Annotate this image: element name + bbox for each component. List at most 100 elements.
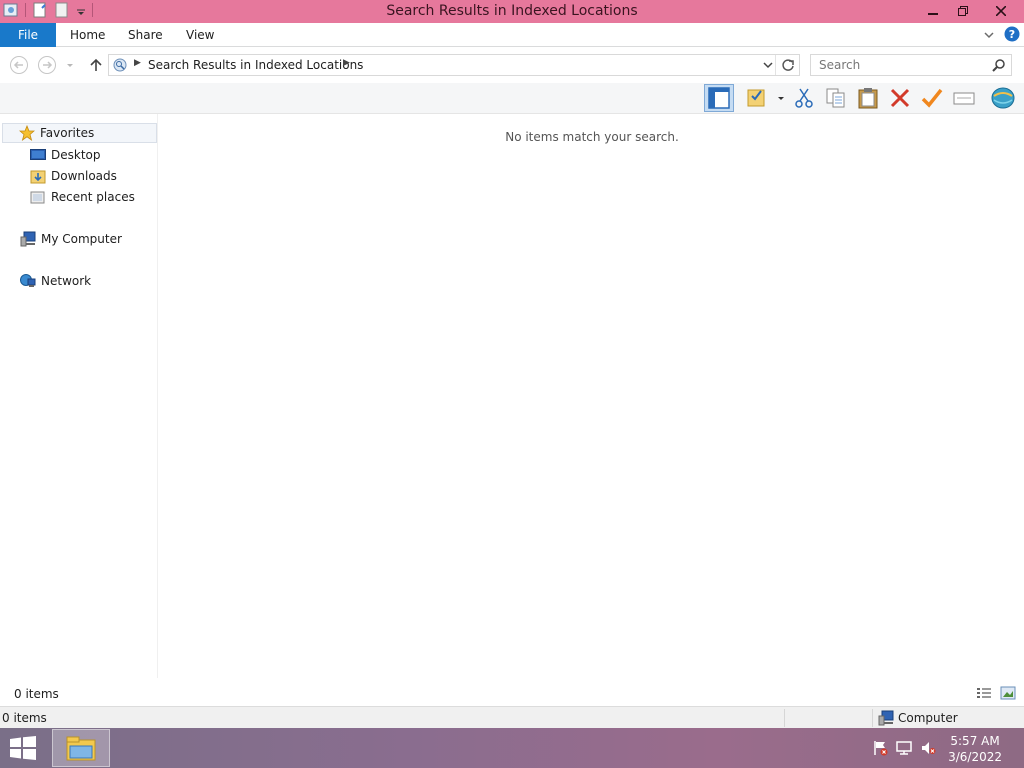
clock-date: 3/6/2022 bbox=[948, 750, 1002, 764]
restore-button[interactable] bbox=[948, 0, 978, 22]
address-dropdown-icon[interactable] bbox=[763, 57, 773, 76]
volume-muted-icon[interactable] bbox=[920, 740, 936, 759]
window-controls bbox=[918, 0, 1024, 22]
large-icons-view-icon[interactable] bbox=[1000, 686, 1016, 703]
window-title: Search Results in Indexed Locations bbox=[386, 3, 638, 19]
system-clock[interactable]: 5:57 AM 3/6/2022 bbox=[948, 733, 1002, 765]
nav-downloads-label: Downloads bbox=[51, 169, 117, 183]
cut-button[interactable] bbox=[789, 84, 819, 112]
computer-icon bbox=[20, 231, 36, 247]
breadcrumb-location[interactable]: Search Results in Indexed Locations bbox=[148, 58, 363, 72]
cut-icon bbox=[795, 88, 813, 108]
star-icon bbox=[19, 125, 35, 141]
rename-button[interactable] bbox=[949, 84, 979, 112]
apply-button[interactable] bbox=[917, 84, 947, 112]
preview-pane-icon bbox=[708, 87, 730, 109]
ribbon-right-controls: ? bbox=[984, 26, 1020, 45]
nav-favorites[interactable]: Favorites bbox=[2, 123, 157, 143]
empty-results-message: No items match your search. bbox=[505, 130, 679, 144]
copy-icon bbox=[826, 88, 845, 108]
nav-network[interactable]: Network bbox=[20, 271, 91, 291]
restore-icon bbox=[958, 6, 968, 16]
forward-button[interactable] bbox=[37, 55, 57, 75]
delete-button[interactable] bbox=[885, 84, 915, 112]
globe-icon bbox=[991, 87, 1015, 109]
view-toggles bbox=[976, 686, 1016, 703]
status-divider bbox=[872, 709, 873, 727]
nav-network-label: Network bbox=[41, 274, 92, 288]
nav-my-computer-label: My Computer bbox=[41, 232, 122, 246]
status-location: Computer bbox=[878, 710, 958, 726]
forward-arrow-icon bbox=[38, 56, 56, 74]
search-input[interactable] bbox=[817, 55, 987, 75]
breadcrumb-arrow-icon[interactable]: ▶ bbox=[134, 58, 141, 68]
chevron-down-icon bbox=[67, 64, 73, 67]
network-tray-icon[interactable] bbox=[896, 740, 912, 759]
up-button[interactable] bbox=[86, 55, 106, 75]
nav-recent-places-label: Recent places bbox=[51, 190, 135, 204]
status-divider bbox=[784, 709, 785, 727]
clock-time: 5:57 AM bbox=[950, 734, 1000, 748]
address-bar[interactable]: ▶ Search Results in Indexed Locations ▶ bbox=[108, 54, 800, 76]
delete-icon bbox=[890, 88, 910, 108]
tab-share[interactable]: Share bbox=[128, 23, 163, 47]
navigation-bar: ▶ Search Results in Indexed Locations ▶ bbox=[0, 47, 1024, 83]
taskbar-file-explorer[interactable] bbox=[52, 729, 110, 767]
rename-icon bbox=[953, 92, 975, 105]
up-arrow-icon bbox=[90, 58, 102, 71]
expand-ribbon-icon[interactable] bbox=[984, 29, 994, 43]
help-icon[interactable]: ? bbox=[1004, 26, 1020, 45]
nav-recent-places[interactable]: Recent places bbox=[30, 187, 135, 207]
select-folder-button[interactable] bbox=[741, 84, 787, 112]
ribbon-tab-bar: File Home Share View ? bbox=[0, 23, 1024, 47]
paste-button[interactable] bbox=[853, 84, 883, 112]
file-explorer-icon bbox=[66, 736, 96, 761]
downloads-folder-icon bbox=[30, 168, 46, 184]
nav-downloads[interactable]: Downloads bbox=[30, 166, 117, 186]
taskbar: 5:57 AM 3/6/2022 bbox=[0, 728, 1024, 768]
preview-pane-button[interactable] bbox=[704, 84, 734, 112]
select-folder-icon bbox=[747, 89, 784, 107]
tab-view[interactable]: View bbox=[186, 23, 214, 47]
search-box[interactable] bbox=[810, 54, 1012, 76]
details-view-icon[interactable] bbox=[976, 686, 992, 703]
close-button[interactable] bbox=[978, 0, 1024, 22]
search-icon[interactable] bbox=[992, 58, 1006, 75]
system-tray bbox=[872, 740, 936, 759]
recent-locations-button[interactable] bbox=[64, 55, 76, 75]
start-button[interactable] bbox=[8, 736, 38, 760]
refresh-button[interactable] bbox=[775, 55, 799, 75]
item-count: 0 items bbox=[14, 687, 59, 701]
back-button[interactable] bbox=[9, 55, 29, 75]
window-status-bar: 0 items Computer bbox=[0, 706, 1024, 728]
breadcrumb-arrow-icon[interactable]: ▶ bbox=[343, 58, 350, 68]
nav-my-computer[interactable]: My Computer bbox=[20, 229, 122, 249]
svg-text:?: ? bbox=[1009, 28, 1015, 41]
status-location-label: Computer bbox=[898, 711, 958, 725]
paste-icon bbox=[858, 88, 878, 109]
minimize-button[interactable] bbox=[918, 0, 948, 22]
copy-button[interactable] bbox=[821, 84, 851, 112]
close-icon bbox=[996, 6, 1006, 16]
details-status-bar: 0 items bbox=[0, 684, 1024, 704]
network-icon bbox=[20, 273, 36, 289]
computer-icon bbox=[878, 710, 894, 726]
nav-desktop[interactable]: Desktop bbox=[30, 145, 101, 165]
file-list-area[interactable]: No items match your search. bbox=[160, 114, 1024, 678]
navigation-pane: Favorites Desktop Downloads Recent place… bbox=[0, 114, 158, 678]
title-bar: Search Results in Indexed Locations bbox=[0, 0, 1024, 23]
tab-file[interactable]: File bbox=[0, 23, 56, 47]
search-results-icon bbox=[112, 57, 128, 73]
windows-logo-icon bbox=[10, 736, 36, 760]
command-toolbar bbox=[0, 83, 1024, 114]
action-center-flag-icon[interactable] bbox=[872, 740, 888, 759]
desktop-icon bbox=[30, 147, 46, 163]
minimize-icon bbox=[928, 13, 938, 15]
checkmark-icon bbox=[921, 88, 943, 108]
status-item-count: 0 items bbox=[2, 711, 47, 725]
tab-home[interactable]: Home bbox=[70, 23, 105, 47]
globe-button[interactable] bbox=[988, 84, 1018, 112]
refresh-icon bbox=[781, 59, 794, 71]
back-arrow-icon bbox=[10, 56, 28, 74]
recent-places-icon bbox=[30, 189, 46, 205]
